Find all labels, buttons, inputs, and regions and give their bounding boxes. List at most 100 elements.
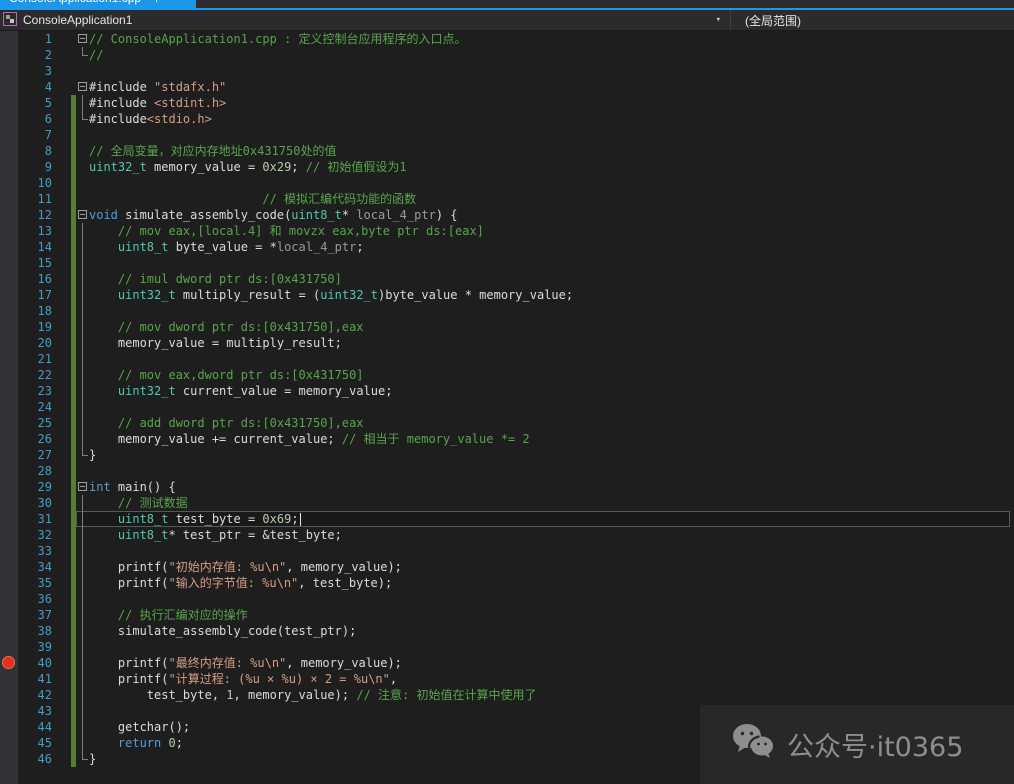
code-text[interactable]: // 测试数据 — [89, 495, 188, 511]
code-text[interactable]: uint8_t test_byte = 0x69; — [89, 511, 301, 527]
fold-collapse-icon[interactable] — [78, 82, 87, 91]
chevron-down-icon[interactable]: ▾ — [716, 15, 721, 25]
breakpoint-margin[interactable] — [0, 383, 18, 399]
outline-margin — [76, 319, 89, 335]
breakpoint-margin[interactable] — [0, 159, 18, 175]
code-text[interactable]: // mov eax,[local.4] 和 movzx eax,byte pt… — [89, 223, 484, 239]
breakpoint-margin[interactable] — [0, 495, 18, 511]
close-icon[interactable]: × — [172, 0, 178, 4]
code-text[interactable]: uint32_t multiply_result = (uint32_t)byt… — [89, 287, 573, 303]
breakpoint-margin[interactable] — [0, 607, 18, 623]
breakpoint-margin[interactable] — [0, 175, 18, 191]
breakpoint-margin[interactable] — [0, 719, 18, 735]
breakpoint-margin[interactable] — [0, 319, 18, 335]
code-text[interactable]: printf("初始内存值: %u\n", memory_value); — [89, 559, 402, 575]
code-text[interactable]: uint8_t byte_value = *local_4_ptr; — [89, 239, 364, 255]
code-text[interactable]: // 模拟汇编代码功能的函数 — [89, 191, 416, 207]
scope-dropdown[interactable]: (全局范围) — [731, 10, 1014, 30]
code-text[interactable]: getchar(); — [89, 719, 190, 735]
breakpoint-icon[interactable] — [2, 656, 15, 669]
breakpoint-margin[interactable] — [0, 95, 18, 111]
fold-collapse-icon[interactable] — [78, 34, 87, 43]
breakpoint-margin[interactable] — [0, 303, 18, 319]
breakpoint-margin[interactable] — [0, 207, 18, 223]
code-text[interactable]: // mov eax,dword ptr ds:[0x431750] — [89, 367, 364, 383]
breakpoint-margin[interactable] — [0, 447, 18, 463]
breakpoint-margin[interactable] — [0, 559, 18, 575]
breakpoint-margin[interactable] — [0, 143, 18, 159]
line-content: // mov dword ptr ds:[0x431750],eax — [76, 319, 1014, 335]
code-line: 31 uint8_t test_byte = 0x69; — [0, 511, 1014, 527]
watermark: 公众号·it0365 — [700, 705, 1014, 784]
breakpoint-margin[interactable] — [0, 239, 18, 255]
code-text[interactable]: // — [89, 47, 103, 63]
breakpoint-margin[interactable] — [0, 223, 18, 239]
breakpoint-margin[interactable] — [0, 31, 18, 47]
breakpoint-margin[interactable] — [0, 527, 18, 543]
code-text[interactable]: printf("计算过程: (%u × %u) × 2 = %u\n", — [89, 671, 397, 687]
code-text[interactable]: } — [89, 447, 96, 463]
breakpoint-margin[interactable] — [0, 367, 18, 383]
breakpoint-margin[interactable] — [0, 735, 18, 751]
fold-collapse-icon[interactable] — [78, 210, 87, 219]
code-text[interactable]: uint32_t memory_value = 0x29; // 初始值假设为1 — [89, 159, 407, 175]
breakpoint-margin[interactable] — [0, 191, 18, 207]
code-text[interactable]: printf("最终内存值: %u\n", memory_value); — [89, 655, 402, 671]
code-text[interactable]: int main() { — [89, 479, 176, 495]
fold-collapse-icon[interactable] — [78, 482, 87, 491]
code-text[interactable]: return 0; — [89, 735, 183, 751]
code-line: 12void simulate_assembly_code(uint8_t* l… — [0, 207, 1014, 223]
code-text[interactable]: simulate_assembly_code(test_ptr); — [89, 623, 356, 639]
breakpoint-margin[interactable] — [0, 431, 18, 447]
breakpoint-margin[interactable] — [0, 271, 18, 287]
pin-icon[interactable] — [153, 0, 160, 5]
code-text[interactable]: #include<stdio.h> — [89, 111, 212, 127]
code-text[interactable]: // add dword ptr ds:[0x431750],eax — [89, 415, 364, 431]
code-text[interactable]: #include <stdint.h> — [89, 95, 226, 111]
breakpoint-margin[interactable] — [0, 335, 18, 351]
breakpoint-margin[interactable] — [0, 63, 18, 79]
project-scope-dropdown[interactable]: ConsoleApplication1 ▾ — [0, 10, 731, 30]
breakpoint-margin[interactable] — [0, 655, 18, 671]
breakpoint-margin[interactable] — [0, 255, 18, 271]
code-text[interactable]: void simulate_assembly_code(uint8_t* loc… — [89, 207, 458, 223]
breakpoint-margin[interactable] — [0, 575, 18, 591]
code-line: 24 — [0, 399, 1014, 415]
breakpoint-margin[interactable] — [0, 287, 18, 303]
breakpoint-margin[interactable] — [0, 47, 18, 63]
breakpoint-margin[interactable] — [0, 511, 18, 527]
breakpoint-margin[interactable] — [0, 415, 18, 431]
breakpoint-margin[interactable] — [0, 687, 18, 703]
code-text[interactable]: } — [89, 751, 96, 767]
code-text[interactable]: test_byte, 1, memory_value); // 注意: 初始值在… — [89, 687, 536, 703]
breakpoint-margin[interactable] — [0, 671, 18, 687]
tab-consoleapplication1-cpp[interactable]: ConsoleApplication1.cpp × — [0, 0, 196, 8]
code-text[interactable]: // 执行汇编对应的操作 — [89, 607, 248, 623]
code-text[interactable]: // ConsoleApplication1.cpp : 定义控制台应用程序的入… — [89, 31, 467, 47]
breakpoint-margin[interactable] — [0, 463, 18, 479]
code-text[interactable]: memory_value = multiply_result; — [89, 335, 342, 351]
breakpoint-margin[interactable] — [0, 111, 18, 127]
code-text[interactable]: #include "stdafx.h" — [89, 79, 226, 95]
code-text[interactable]: // imul dword ptr ds:[0x431750] — [89, 271, 342, 287]
breakpoint-margin[interactable] — [0, 399, 18, 415]
breakpoint-margin[interactable] — [0, 751, 18, 767]
breakpoint-margin[interactable] — [0, 639, 18, 655]
outline-margin — [76, 623, 89, 639]
breakpoint-margin[interactable] — [0, 543, 18, 559]
breakpoint-margin[interactable] — [0, 623, 18, 639]
breakpoint-margin[interactable] — [0, 591, 18, 607]
code-text[interactable]: uint8_t* test_ptr = &test_byte; — [89, 527, 342, 543]
code-text[interactable]: // mov dword ptr ds:[0x431750],eax — [89, 319, 364, 335]
code-text[interactable]: uint32_t current_value = memory_value; — [89, 383, 392, 399]
code-text[interactable]: memory_value += current_value; // 相当于 me… — [89, 431, 530, 447]
code-text[interactable]: printf("输入的字节值: %u\n", test_byte); — [89, 575, 392, 591]
code-text[interactable]: // 全局变量，对应内存地址0x431750处的值 — [89, 143, 336, 159]
line-number: 13 — [18, 223, 56, 239]
breakpoint-margin[interactable] — [0, 479, 18, 495]
breakpoint-margin[interactable] — [0, 79, 18, 95]
breakpoint-margin[interactable] — [0, 703, 18, 719]
breakpoint-margin[interactable] — [0, 127, 18, 143]
breakpoint-margin[interactable] — [0, 351, 18, 367]
line-content: memory_value += current_value; // 相当于 me… — [76, 431, 1014, 447]
